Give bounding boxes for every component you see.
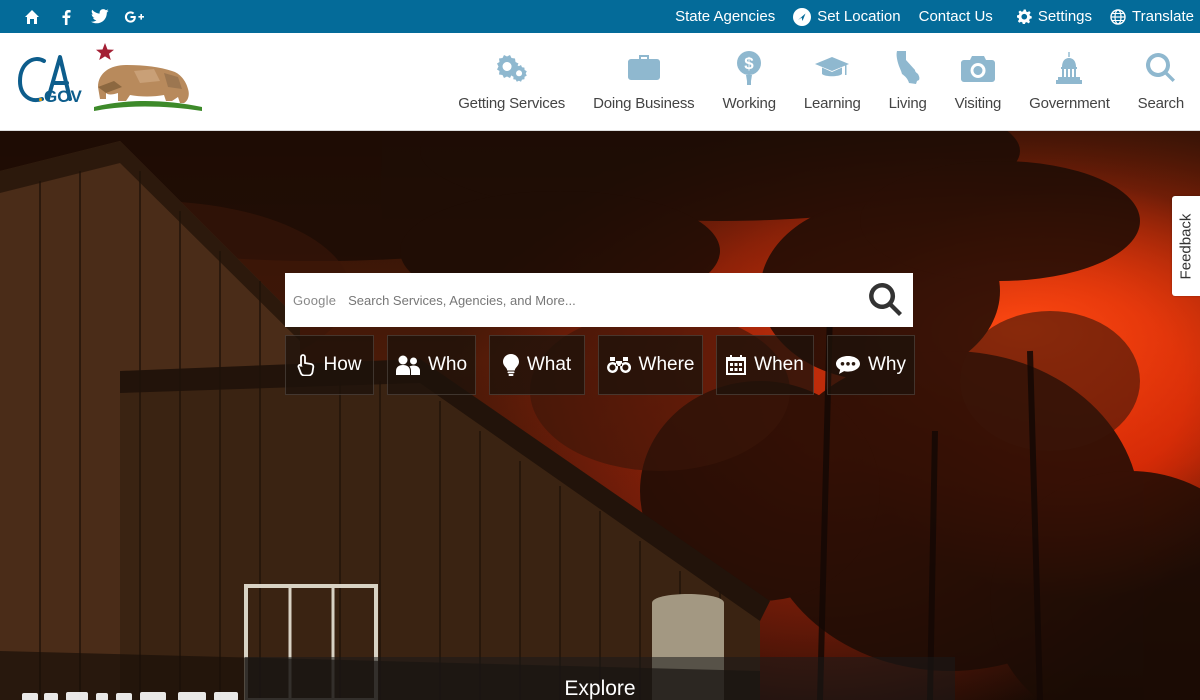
question-why-button[interactable]: Why (827, 335, 915, 395)
question-where-label: Where (638, 354, 695, 375)
hero-banner: Google How Who What Where When Why (0, 131, 1200, 700)
nav-label: Getting Services (458, 95, 566, 112)
nav-label: Working (722, 95, 777, 112)
question-what-button[interactable]: What (489, 335, 585, 395)
set-location-label: Set Location (817, 8, 901, 25)
nav-search[interactable]: Search (1138, 33, 1184, 112)
search-input[interactable] (348, 280, 859, 320)
nav-doing-business[interactable]: Doing Business (593, 33, 695, 112)
set-location-link[interactable]: Set Location (793, 7, 901, 26)
nav-learning[interactable]: Learning (804, 33, 861, 112)
twitter-icon[interactable] (90, 7, 110, 27)
utility-links: State Agencies Set Location Contact Us S… (675, 0, 1200, 33)
money-bag-icon: $ (737, 51, 762, 85)
question-why-label: Why (868, 354, 906, 375)
question-where-button[interactable]: Where (598, 335, 703, 395)
lightbulb-icon (502, 354, 519, 376)
google-label: Google (293, 292, 337, 308)
hero-photo-barn (0, 141, 770, 700)
nav-label: Learning (803, 95, 861, 112)
question-how-button[interactable]: How (285, 335, 374, 395)
main-nav: Getting Services Doing Business $ Workin… (430, 33, 1184, 131)
question-what-label: What (526, 354, 572, 375)
question-when-label: When (754, 354, 804, 375)
google-plus-icon[interactable] (124, 7, 144, 27)
search-box: Google (285, 273, 913, 327)
contact-us-link[interactable]: Contact Us (919, 8, 993, 25)
nav-getting-services[interactable]: Getting Services (458, 33, 565, 112)
settings-label: Settings (1037, 8, 1093, 25)
question-who-button[interactable]: Who (387, 335, 476, 395)
touch-icon (297, 354, 315, 376)
gears-icon (495, 51, 529, 85)
svg-text:.: . (38, 85, 43, 105)
ca-gov-logo[interactable]: . GOV (14, 41, 204, 119)
nav-label: Visiting (954, 95, 1002, 112)
calendar-icon (726, 355, 747, 375)
svg-text:GOV: GOV (44, 87, 82, 106)
nav-living[interactable]: Living (889, 33, 927, 112)
nav-label: Government (1029, 95, 1110, 112)
svg-text:$: $ (744, 54, 754, 73)
utility-bar: State Agencies Set Location Contact Us S… (0, 0, 1200, 33)
globe-icon (1110, 8, 1126, 25)
location-icon (793, 7, 812, 26)
camera-icon (960, 51, 995, 85)
gear-icon (1016, 9, 1032, 24)
translate-label: Translate (1132, 8, 1194, 25)
briefcase-icon (627, 51, 660, 85)
nav-working[interactable]: $ Working (723, 33, 776, 112)
nav-label: Living (888, 95, 927, 112)
speech-bubble-icon (836, 356, 860, 374)
search-button[interactable] (859, 273, 913, 327)
search-icon (1145, 51, 1176, 85)
question-how-label: How (323, 354, 362, 375)
settings-link[interactable]: Settings (1016, 8, 1093, 25)
home-icon[interactable] (22, 7, 42, 27)
california-icon (895, 51, 921, 85)
nav-label: Doing Business (593, 95, 695, 112)
photo-caption-fragment (22, 692, 238, 700)
nav-government[interactable]: Government (1029, 33, 1110, 112)
nav-label: Search (1137, 95, 1185, 112)
social-links (0, 0, 158, 33)
graduation-cap-icon (815, 51, 850, 85)
site-header: . GOV Getting Services Doing Business $ … (0, 33, 1200, 131)
state-agencies-link[interactable]: State Agencies (675, 8, 775, 25)
feedback-tab[interactable]: Feedback (1172, 196, 1200, 296)
question-when-button[interactable]: When (716, 335, 814, 395)
explore-label: Explore (564, 677, 636, 700)
translate-link[interactable]: Translate (1110, 8, 1194, 25)
feedback-label: Feedback (1177, 213, 1195, 279)
people-icon (395, 355, 420, 375)
explore-button[interactable]: Explore (245, 657, 955, 700)
capitol-icon (1056, 51, 1083, 85)
search-icon (869, 282, 902, 316)
nav-visiting[interactable]: Visiting (955, 33, 1001, 112)
facebook-icon[interactable] (56, 7, 76, 27)
question-who-label: Who (427, 354, 468, 375)
binoculars-icon (606, 357, 631, 373)
